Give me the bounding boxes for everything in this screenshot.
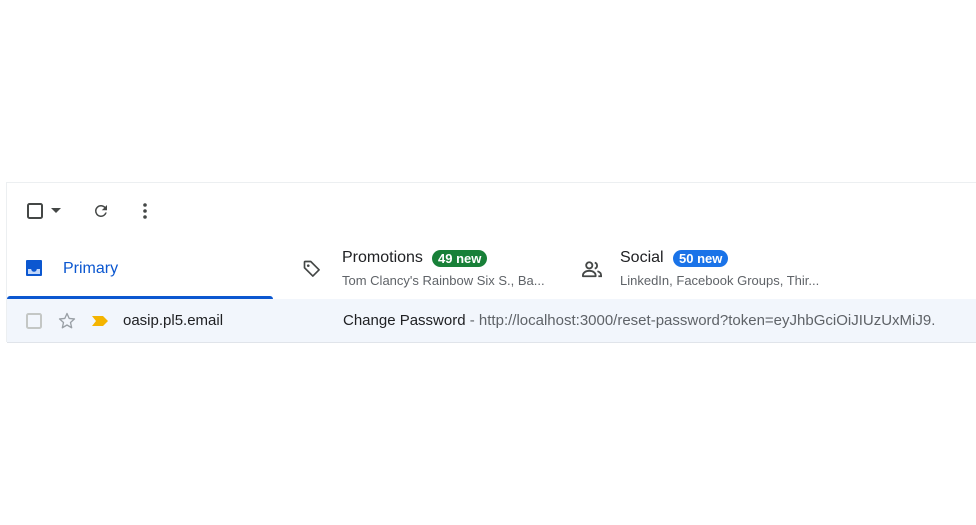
promotions-new-badge: 49 new [432,250,488,267]
tab-primary[interactable]: Primary [7,239,275,300]
social-new-badge: 50 new [673,250,729,267]
tab-primary-label: Primary [63,260,119,277]
importance-marker-icon [92,315,108,326]
row-select-checkbox[interactable] [25,299,45,342]
tab-promotions[interactable]: Promotions 49 new Tom Clancy's Rainbow S… [275,239,553,299]
subject-cell: Change Password - http://localhost:3000/… [343,299,976,342]
inbox-icon [26,260,42,276]
select-all-checkbox[interactable] [23,197,47,225]
tab-social[interactable]: Social 50 new LinkedIn, Facebook Groups,… [553,239,853,299]
more-vert-icon [143,203,147,219]
caret-down-icon [51,208,61,213]
refresh-icon [94,204,107,217]
importance-marker[interactable] [91,299,113,342]
promotions-senders-preview: Tom Clancy's Rainbow Six S., Ba... [342,273,545,288]
star-outline-icon [58,312,76,328]
checkbox-empty-icon [26,312,42,329]
tab-social-label: Social [620,249,664,266]
inbox-toolbar [7,183,976,239]
email-snippet: http://localhost:3000/reset-password?tok… [478,312,936,329]
social-senders-preview: LinkedIn, Facebook Groups, Thir... [620,273,820,288]
star-toggle[interactable] [57,299,79,342]
more-options-button[interactable] [131,195,159,227]
inbox-panel: Primary Promotions 49 new Tom Clancy's R… [6,182,976,343]
email-row[interactable]: oasip.pl5.email Change Password - http:/… [7,299,976,343]
email-subject: Change Password [343,312,466,329]
tag-icon [303,260,320,277]
sender-cell: oasip.pl5.email [123,299,333,342]
subject-separator: - [465,312,479,329]
tab-promotions-label: Promotions [342,249,423,266]
select-options-dropdown[interactable] [48,197,64,225]
category-tabs: Primary Promotions 49 new Tom Clancy's R… [7,239,976,300]
email-sender: oasip.pl5.email [123,312,224,329]
people-icon [582,261,602,278]
checkbox-empty-icon [27,203,43,219]
refresh-button[interactable] [87,195,115,227]
